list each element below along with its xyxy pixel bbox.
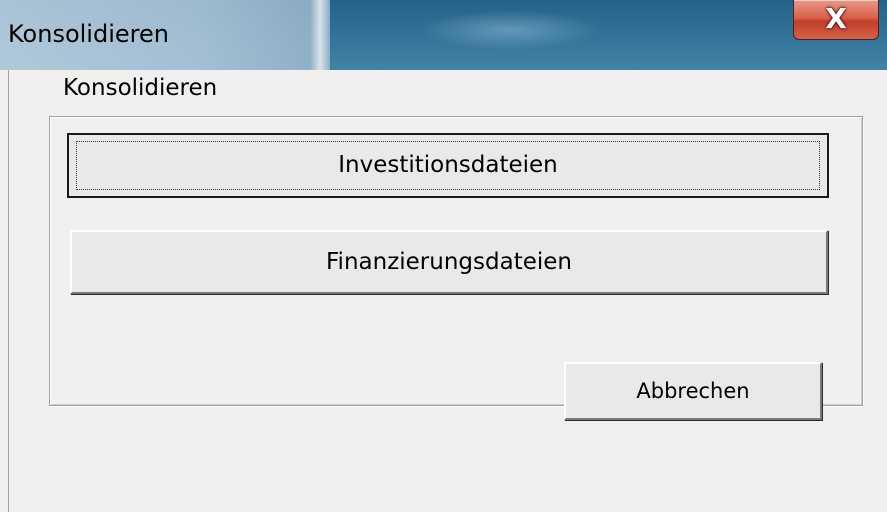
financing-files-label: Finanzierungsdateien xyxy=(326,249,572,275)
window-title: Konsolidieren xyxy=(8,20,169,48)
consolidate-dialog: Konsolidieren X Konsolidieren Investitio… xyxy=(0,0,887,512)
group-caption: Konsolidieren xyxy=(63,75,218,101)
background-window-ghost xyxy=(420,10,600,50)
cancel-button[interactable]: Abbrechen xyxy=(564,362,822,420)
financing-files-button[interactable]: Finanzierungsdateien xyxy=(70,230,828,294)
title-bar[interactable]: Konsolidieren X xyxy=(0,0,887,70)
close-button[interactable]: X xyxy=(793,0,879,40)
title-bar-glass-streak xyxy=(310,0,330,70)
cancel-label: Abbrechen xyxy=(636,379,750,403)
investment-files-button[interactable]: Investitionsdateien xyxy=(67,133,829,198)
close-icon: X xyxy=(825,2,847,35)
investment-files-label: Investitionsdateien xyxy=(338,152,558,178)
